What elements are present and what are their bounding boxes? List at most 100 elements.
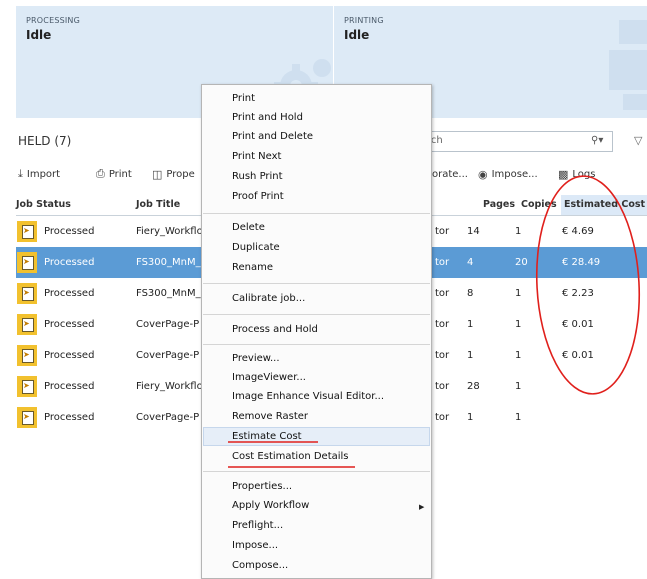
menu-item-preview[interactable]: Preview... [232, 353, 280, 364]
logs-label: Logs [572, 168, 596, 180]
properties-label: Prope [166, 168, 195, 180]
calibrate-button[interactable]: orate... [432, 166, 468, 182]
menu-item-properties[interactable]: Properties... [232, 481, 292, 492]
job-status-cell: Processed [44, 350, 95, 361]
job-icon: ➤ [17, 221, 37, 242]
printer-icon: ⎙ [96, 167, 105, 180]
menu-separator [203, 314, 430, 315]
col-job-status[interactable]: Job Status [16, 199, 71, 210]
print-label: Print [108, 168, 132, 180]
menu-item-estimate-cost[interactable]: Estimate Cost [232, 431, 302, 442]
import-icon: ⤓ [18, 167, 23, 180]
printing-value: Idle [344, 28, 370, 42]
pages-cell: 1 [467, 319, 474, 330]
copies-cell: 1 [515, 226, 522, 237]
copies-cell: 1 [515, 381, 522, 392]
menu-separator [203, 344, 430, 345]
menu-item-remove-raster[interactable]: Remove Raster [232, 411, 308, 422]
menu-item-compose[interactable]: Compose... [232, 560, 288, 571]
calibrate-label: orate... [432, 168, 468, 180]
logs-button[interactable]: ▩ Logs [558, 166, 595, 182]
job-title-cell: CoverPage-P [136, 350, 200, 361]
document-icon: ◫ [152, 167, 163, 181]
job-extra-cell: tor [435, 381, 450, 392]
col-copies[interactable]: Copies [521, 199, 557, 210]
job-extra-cell: tor [435, 319, 450, 330]
submenu-arrow-icon: ▶ [419, 503, 425, 511]
job-title-cell: Fiery_Workflo [136, 381, 203, 392]
menu-item-rename[interactable]: Rename [232, 262, 273, 273]
job-status-cell: Processed [44, 288, 95, 299]
menu-item-print-and-delete[interactable]: Print and Delete [232, 131, 313, 142]
col-estimated-cost[interactable]: Estimated Cost [564, 199, 645, 210]
estimated-cost-cell: € 0.01 [562, 350, 594, 361]
menu-item-delete[interactable]: Delete [232, 222, 265, 233]
job-status-cell: Processed [44, 319, 95, 330]
job-icon: ➤ [17, 407, 37, 428]
print-button[interactable]: ⎙ Print [96, 166, 132, 182]
job-extra-cell: tor [435, 412, 450, 423]
menu-separator [203, 213, 430, 214]
menu-item-print-next[interactable]: Print Next [232, 151, 281, 162]
copies-cell: 1 [515, 412, 522, 423]
menu-item-image-enhance-visual-editor[interactable]: Image Enhance Visual Editor... [232, 391, 384, 402]
menu-item-rush-print[interactable]: Rush Print [232, 171, 283, 182]
job-icon: ➤ [17, 314, 37, 335]
impose-button[interactable]: ◉ Impose... [478, 166, 538, 182]
menu-item-apply-workflow[interactable]: Apply Workflow [232, 500, 309, 511]
estimated-cost-cell: € 0.01 [562, 319, 594, 330]
col-pages[interactable]: Pages [483, 199, 515, 210]
job-title-cell: FS300_MnM_ [136, 288, 201, 299]
menu-item-process-and-hold[interactable]: Process and Hold [232, 324, 318, 335]
menu-item-print-and-hold[interactable]: Print and Hold [232, 112, 303, 123]
menu-item-calibrate-job[interactable]: Calibrate job... [232, 293, 305, 304]
copies-cell: 1 [515, 319, 522, 330]
job-extra-cell: tor [435, 350, 450, 361]
pages-cell: 4 [467, 257, 474, 268]
job-status-cell: Processed [44, 226, 95, 237]
search-icon[interactable]: ⚲▾ [591, 135, 603, 146]
menu-item-cost-estimation-details[interactable]: Cost Estimation Details [232, 451, 349, 462]
estimated-cost-cell: € 4.69 [562, 226, 594, 237]
processing-caption: PROCESSING [26, 16, 81, 25]
col-job-title[interactable]: Job Title [136, 199, 180, 210]
menu-separator [203, 283, 430, 284]
job-icon: ➤ [17, 283, 37, 304]
job-title-cell: CoverPage-P [136, 319, 200, 330]
menu-item-impose[interactable]: Impose... [232, 540, 278, 551]
import-button[interactable]: ⤓ Import [18, 166, 60, 182]
job-title-cell: CoverPage-P [136, 412, 200, 423]
job-icon: ➤ [17, 376, 37, 397]
job-title-cell: FS300_MnM_ [136, 257, 201, 268]
copies-cell: 1 [515, 350, 522, 361]
job-icon: ➤ [17, 252, 37, 273]
pages-cell: 28 [467, 381, 480, 392]
job-icon: ➤ [17, 345, 37, 366]
menu-item-duplicate[interactable]: Duplicate [232, 242, 280, 253]
job-status-cell: Processed [44, 257, 95, 268]
impose-label: Impose... [491, 168, 538, 180]
import-label: Import [26, 168, 61, 180]
pages-cell: 1 [467, 350, 474, 361]
processing-value: Idle [26, 28, 52, 42]
logs-icon: ▩ [558, 167, 569, 181]
copies-cell: 1 [515, 288, 522, 299]
estimated-cost-cell: € 2.23 [562, 288, 594, 299]
pages-cell: 14 [467, 226, 480, 237]
menu-item-proof-print[interactable]: Proof Print [232, 191, 284, 202]
menu-item-preflight[interactable]: Preflight... [232, 520, 283, 531]
job-extra-cell: tor [435, 257, 450, 268]
properties-button[interactable]: ◫ Prope [152, 166, 195, 182]
menu-separator [203, 471, 430, 472]
printer-watermark-icon [609, 20, 647, 110]
estimated-cost-cell: € 28.49 [562, 257, 601, 268]
menu-item-imageviewer[interactable]: ImageViewer... [232, 372, 306, 383]
printing-caption: PRINTING [344, 16, 384, 25]
menu-item-print[interactable]: Print [232, 93, 255, 104]
job-title-cell: Fiery_Workflo [136, 226, 203, 237]
search-input[interactable]: rch ⚲▾ [404, 131, 613, 152]
job-status-cell: Processed [44, 381, 95, 392]
filter-icon[interactable]: ▽ [634, 134, 642, 147]
context-menu: Print Print and Hold Print and Delete Print… [201, 84, 432, 579]
impose-icon: ◉ [478, 167, 488, 181]
